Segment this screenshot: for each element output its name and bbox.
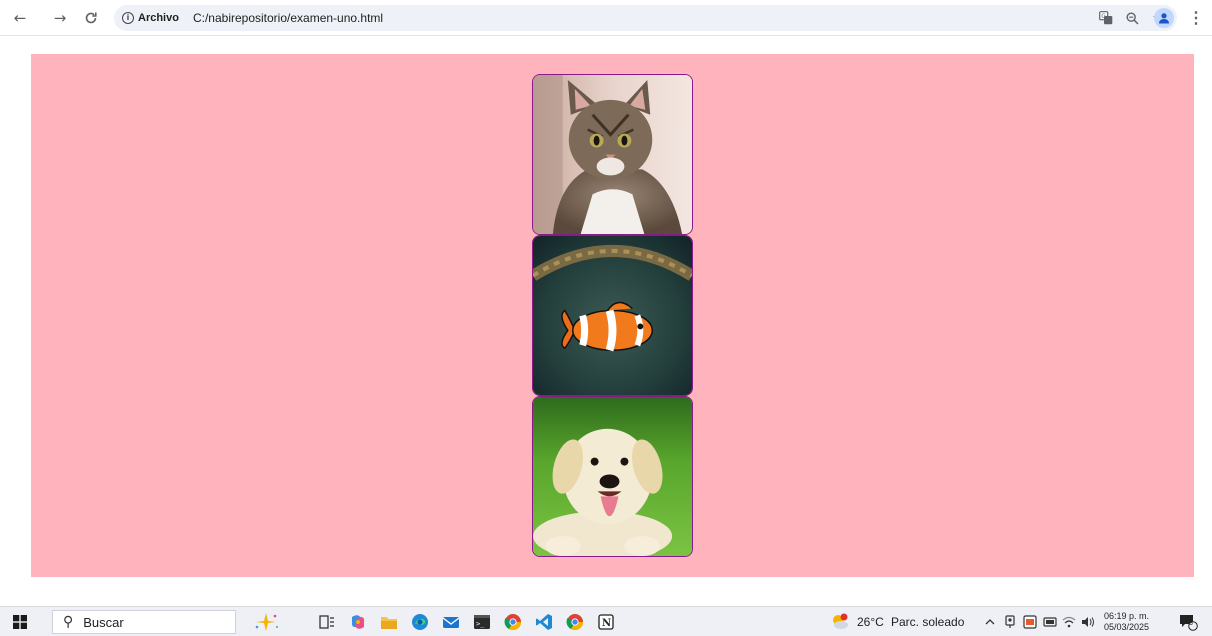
- notification-icon[interactable]: 3: [1176, 610, 1200, 634]
- address-text[interactable]: C:/nabirepositorio/examen-uno.html: [193, 11, 383, 25]
- copilot-app-icon[interactable]: [346, 610, 370, 634]
- edge-icon[interactable]: [408, 610, 432, 634]
- svg-text:N: N: [602, 618, 611, 629]
- task-view-icon[interactable]: [315, 610, 339, 634]
- page-body: [31, 54, 1194, 577]
- browser-toolbar: ← → i Archivo C:/nabirepositorio/examen-…: [0, 0, 1212, 36]
- clock-date: 05/03/2025: [1104, 622, 1150, 632]
- weather-text[interactable]: Parc. soleado: [891, 615, 964, 629]
- security-chip-label: Archivo: [138, 12, 179, 24]
- start-button[interactable]: [8, 610, 32, 634]
- svg-text:>_: >_: [476, 620, 485, 628]
- clock-time: 06:19 p. m.: [1104, 611, 1150, 621]
- zoom-icon[interactable]: [1119, 5, 1145, 31]
- weather-icon[interactable]: [828, 610, 852, 634]
- info-icon: i: [122, 12, 134, 24]
- search-placeholder: Buscar: [83, 614, 124, 630]
- profile-icon[interactable]: [1154, 8, 1174, 28]
- address-bar[interactable]: i Archivo C:/nabirepositorio/examen-uno.…: [114, 5, 1177, 31]
- notification-count: 3: [1189, 620, 1193, 627]
- security-chip[interactable]: i Archivo: [122, 12, 179, 24]
- copilot-sparkle-icon[interactable]: [252, 610, 280, 634]
- terminal-icon[interactable]: >_: [470, 610, 494, 634]
- volume-icon[interactable]: [1076, 610, 1100, 634]
- cat-image: [532, 74, 693, 235]
- file-explorer-icon[interactable]: [377, 610, 401, 634]
- taskbar: ⚲ Buscar >_ N 26°C Parc. soleado 06:19 p…: [0, 606, 1212, 636]
- chrome-icon[interactable]: [501, 610, 525, 634]
- chrome-icon-2[interactable]: [563, 610, 587, 634]
- menu-icon[interactable]: ⋮: [1188, 6, 1204, 30]
- search-icon: ⚲: [63, 614, 74, 630]
- image-stack: [532, 74, 693, 557]
- clownfish-image: [532, 235, 693, 396]
- vscode-icon[interactable]: [532, 610, 556, 634]
- clock[interactable]: 06:19 p. m. 05/03/2025: [1104, 611, 1149, 633]
- forward-icon[interactable]: →: [48, 6, 72, 30]
- translate-icon[interactable]: G: [1093, 5, 1119, 31]
- taskbar-search[interactable]: ⚲ Buscar: [52, 610, 236, 634]
- svg-text:G: G: [1101, 13, 1106, 20]
- reload-icon[interactable]: [79, 6, 103, 30]
- puppy-image: [532, 396, 693, 557]
- weather-temp: 26°C: [857, 615, 884, 629]
- notion-icon[interactable]: N: [594, 610, 618, 634]
- back-icon[interactable]: ←: [8, 6, 32, 30]
- mail-icon[interactable]: [439, 610, 463, 634]
